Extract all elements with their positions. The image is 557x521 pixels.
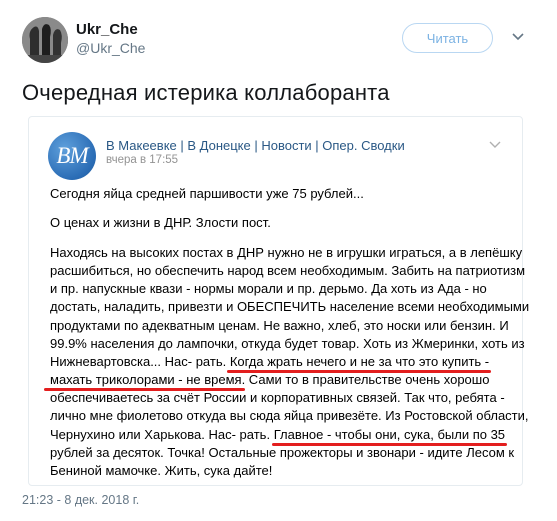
highlighted-text: рублей за десяток — [50, 443, 160, 462]
highlighted-text-content: Главное - чтобы они, сука, были по 35 — [273, 426, 506, 442]
tree-silhouette-avatar-icon — [22, 17, 68, 63]
group-name: В Макеевке | В Донецке | Новости | Опер.… — [106, 138, 405, 153]
post-line: Сегодня яйца средней паршивости уже 75 р… — [50, 185, 364, 201]
post-time: вчера в 17:55 — [106, 154, 179, 166]
post-line: махать триколорами - не время. Сами то в… — [44, 370, 490, 392]
highlighted-text-content: Когда жрать нечего и не за что это купит… — [229, 353, 490, 369]
author-handle[interactable]: @Ukr_Che — [76, 40, 145, 56]
post-text: . Точка! Остальные прожекторы и звонари … — [160, 444, 515, 460]
author-avatar[interactable] — [22, 17, 68, 63]
tweet-text: Очередная истерика коллаборанта — [22, 80, 390, 105]
post-line: достать, наладить, привезти и ОБЕСПЕЧИТЬ… — [50, 299, 530, 315]
highlighted-text-content: рублей за десяток — [50, 444, 161, 460]
post-text: Нижневартовска... Нас- рать. — [50, 353, 230, 369]
highlighted-text: Когда жрать нечего и не за что это купит… — [226, 352, 492, 373]
chevron-down-icon[interactable] — [511, 32, 525, 42]
follow-button[interactable]: Читать — [402, 23, 493, 53]
post-line: продуктами по адекватным ценам. Не важно… — [50, 317, 509, 333]
post-text: Чернухино или Харькова. Нас- рать. — [50, 426, 274, 442]
highlighted-text: махать триколорами - не время — [44, 370, 245, 392]
group-logo: ВМ — [48, 132, 96, 180]
tweet-timestamp[interactable]: 21:23 - 8 дек. 2018 г. — [22, 493, 139, 507]
post-line: обеспечиваетесь за счёт России и корпора… — [50, 390, 505, 406]
post-line: и пр. напускные квази - нормы морали и п… — [50, 281, 487, 297]
author-name[interactable]: Ukr_Che — [76, 21, 138, 38]
highlighted-text-content: махать триколорами - не время — [50, 372, 242, 388]
post-line: Нижневартовска... Нас- рать. Когда жрать… — [50, 352, 492, 373]
highlighted-text: Главное - чтобы они, сука, были по 35 — [271, 425, 508, 446]
post-text: . Сами то в правительстве очень хорошо — [241, 372, 490, 388]
post-line: расшибиться, но обеспечить народ всем не… — [50, 263, 526, 279]
post-line: Находясь на высоких постах в ДНР нужно н… — [50, 245, 523, 261]
post-line: Бениной мамочке. Жить, сука дайте! — [50, 462, 273, 478]
post-line: Чернухино или Харькова. Нас- рать. Главн… — [50, 425, 508, 446]
embedded-screenshot-card[interactable]: ВМ В Макеевке | В Донецке | Новости | Оп… — [28, 116, 529, 486]
post-line: 99.9% населения до лампочки, откуда буде… — [50, 335, 525, 351]
post-line: лично мне фиолетово откуда вы сюда яйца … — [50, 408, 529, 424]
post-line: рублей за десяток. Точка! Остальные прож… — [50, 443, 514, 462]
post-line: О ценах и жизни в ДНР. Злости пост. — [50, 215, 271, 231]
chevron-down-icon — [489, 141, 501, 148]
